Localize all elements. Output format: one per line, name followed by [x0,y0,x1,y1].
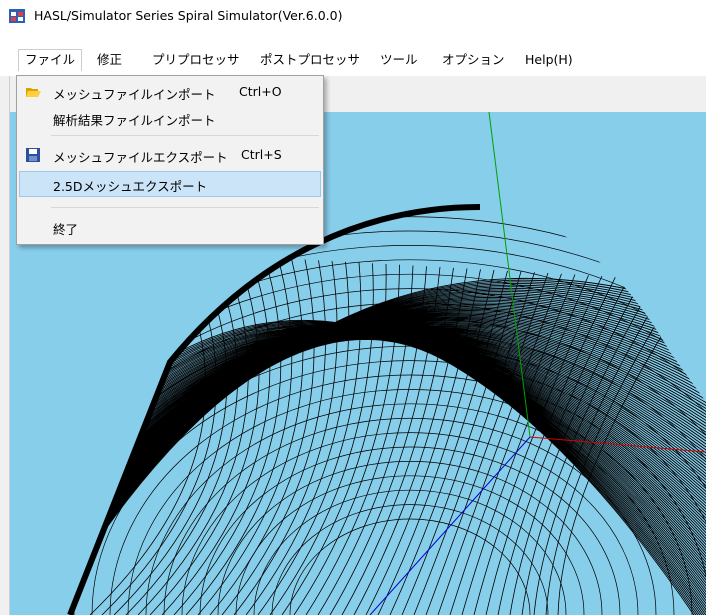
mesh-wireframe [70,216,706,615]
mesh-silhouette [67,204,481,615]
menu-file[interactable]: ファイル [18,49,83,71]
menu-tools[interactable]: ツール [374,49,424,71]
menu-postprocessor[interactable]: ポストプロセッサ [254,49,366,71]
menu-bar: ファイル 修正 プリプロセッサ ポストプロセッサ ツール オプション Help(… [0,44,706,76]
menu-item-result-import[interactable]: 解析結果ファイルインポート [19,105,321,131]
menu-item-mesh-import[interactable]: メッシュファイルインポート Ctrl+O [19,79,321,105]
menu-item-label: 2.5Dメッシュエクスポート [53,179,208,194]
window-title: HASL/Simulator Series Spiral Simulator(V… [34,8,343,23]
left-panel-edge [0,76,10,615]
menu-item-25d-export[interactable]: 2.5Dメッシュエクスポート [19,171,321,197]
menu-separator [51,207,319,208]
title-bar: HASL/Simulator Series Spiral Simulator(V… [0,0,706,32]
menu-separator [51,135,319,136]
app-window-icon [9,9,25,23]
menu-preprocessor[interactable]: プリプロセッサ [146,49,246,71]
menu-item-exit[interactable]: 終了 [19,214,321,240]
menu-options[interactable]: オプション [436,49,511,71]
menu-item-label: メッシュファイルインポート [53,87,216,102]
menu-edit[interactable]: 修正 [91,49,128,71]
shortcut-label: Ctrl+O [239,84,282,99]
menu-item-label: メッシュファイルエクスポート [53,150,228,165]
shortcut-label: Ctrl+S [241,147,282,162]
save-disk-icon [26,148,40,162]
menu-item-mesh-export[interactable]: メッシュファイルエクスポート Ctrl+S [19,142,321,168]
menu-item-label: 終了 [53,222,79,237]
menu-help[interactable]: Help(H) [519,49,579,71]
open-folder-icon [26,88,41,97]
file-menu-dropdown: メッシュファイルインポート Ctrl+O 解析結果ファイルインポート メッシュフ… [16,75,324,245]
menu-item-label: 解析結果ファイルインポート [53,113,216,128]
